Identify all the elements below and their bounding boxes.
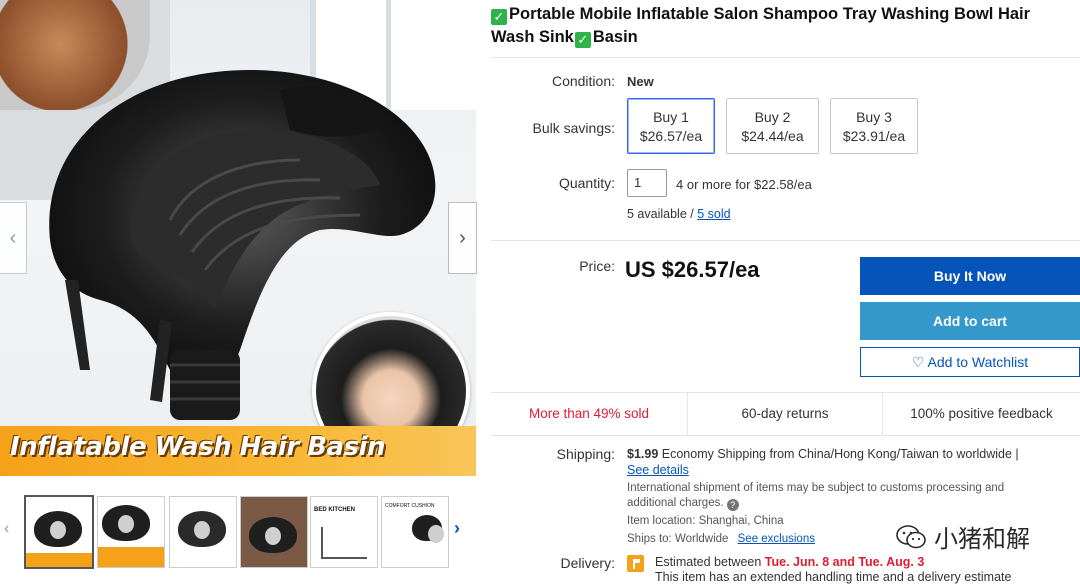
quantity-discount-note: 4 or more for $22.58/ea (676, 177, 812, 192)
thumbnail-2[interactable] (97, 496, 165, 568)
seller-stats-bar: More than 49% sold 60-day returns 100% p… (491, 392, 1080, 436)
quantity-label: Quantity: (558, 175, 615, 191)
thumbnail-band (98, 547, 164, 567)
image-next-button[interactable]: › (448, 202, 477, 274)
thumbnail-basin (412, 515, 444, 543)
main-product-image[interactable]: Inflatable Wash Hair Basin (0, 0, 476, 476)
product-title-end: Basin (592, 28, 638, 46)
shipping-label: Shipping: (556, 446, 615, 462)
delivery-date-range: Tue. Jun. 8 and Tue. Aug. 3 (764, 555, 925, 569)
bulk-option-buy-3[interactable]: Buy 3 $23.91/ea (830, 98, 918, 154)
product-title: ✓ Portable Mobile Inflatable Salon Shampo… (491, 3, 1076, 49)
bulk-option-qty: Buy 3 (856, 109, 892, 125)
delivery-estimate: Estimated between Tue. Jun. 8 and Tue. A… (655, 555, 1055, 585)
thumbnail-diagram (321, 527, 367, 559)
returns-policy: 60-day returns (741, 406, 829, 421)
see-exclusions-link[interactable]: See exclusions (738, 533, 815, 545)
flag-icon (627, 555, 644, 572)
thumbnail-3[interactable] (169, 496, 237, 568)
check-icon: ✓ (574, 32, 591, 48)
bulk-option-price: $23.91/ea (842, 128, 906, 144)
thumbnail-band (26, 553, 92, 567)
add-to-watchlist-button[interactable]: ♡ Add to Watchlist (860, 347, 1080, 377)
watermark-text: 小猪和解 (934, 526, 1030, 553)
bulk-option-qty: Buy 1 (653, 109, 689, 125)
thumbnail-basin (34, 511, 82, 547)
check-icon: ✓ (491, 9, 507, 25)
ships-to-text: Ships to: Worldwide (627, 533, 729, 545)
thumbnail-basin (178, 511, 226, 547)
bulk-option-buy-1[interactable]: Buy 1 $26.57/ea (627, 98, 715, 154)
shipping-price: $1.99 (627, 447, 659, 461)
watermark: 小猪和解 (896, 519, 1030, 554)
thumbnail-1[interactable] (24, 495, 94, 569)
condition-label: Condition: (551, 73, 615, 89)
banner-text: Inflatable Wash Hair Basin (10, 432, 385, 462)
bulk-option-buy-2[interactable]: Buy 2 $24.44/ea (726, 98, 819, 154)
thumbnail-strip: ‹ BED KITCHEN COMFORT CUSHION › (0, 492, 476, 572)
thumbnail-caption: BED KITCHEN (314, 507, 356, 513)
image-prev-button[interactable]: ‹ (0, 202, 27, 274)
sold-percentage: More than 49% sold (528, 406, 650, 421)
delivery-label: Delivery: (560, 555, 615, 571)
thumbnail-4[interactable] (240, 496, 308, 568)
watchlist-label: Add to Watchlist (927, 354, 1029, 370)
see-details-link[interactable]: See details (627, 463, 689, 477)
thumbnail-5[interactable]: BED KITCHEN (310, 496, 378, 568)
divider (491, 57, 1080, 58)
thumbnail-next-icon[interactable]: › (454, 518, 460, 539)
sold-link[interactable]: 5 sold (697, 207, 730, 221)
price-value: US $26.57/ea (625, 257, 760, 282)
quantity-input[interactable]: 1 (627, 169, 667, 197)
intl-note-line-1: International shipment of items may be s… (627, 482, 1005, 494)
delivery-note: This item has an extended handling time … (655, 570, 1012, 584)
thumbnail-basin (102, 505, 150, 541)
thumbnail-basin (249, 517, 297, 553)
bulk-option-price: $24.44/ea (741, 128, 804, 144)
positive-feedback: 100% positive feedback (910, 406, 1053, 421)
heart-icon: ♡ (911, 354, 925, 370)
condition-value: New (627, 74, 654, 89)
shipping-summary: $1.99 Economy Shipping from China/Hong K… (627, 446, 1057, 478)
intl-note-line-2: additional charges. (627, 497, 724, 509)
divider (491, 240, 1080, 241)
add-to-cart-button[interactable]: Add to cart (860, 302, 1080, 340)
bulk-savings-label: Bulk savings: (532, 120, 615, 136)
buy-it-now-button[interactable]: Buy It Now (860, 257, 1080, 295)
thumbnail-prev-icon[interactable]: ‹ (4, 520, 9, 538)
help-icon[interactable]: ? (726, 499, 739, 511)
bulk-option-price: $26.57/ea (639, 128, 703, 144)
bulk-option-qty: Buy 2 (754, 109, 791, 125)
thumbnail-caption: COMFORT CUSHION (385, 503, 435, 509)
delivery-estimated: Estimated between (655, 555, 762, 569)
product-title-text: Portable Mobile Inflatable Salon Shampoo… (491, 5, 1031, 46)
availability: 5 available / 5 sold (627, 207, 731, 221)
thumbnail-6[interactable]: COMFORT CUSHION (381, 496, 449, 568)
wechat-icon (896, 524, 926, 548)
available-count: 5 available / (627, 207, 698, 221)
intl-shipping-note: International shipment of items may be s… (627, 481, 1047, 511)
price-label: Price: (579, 258, 615, 274)
shipping-service: Economy Shipping from China/Hong Kong/Ta… (661, 447, 1019, 461)
